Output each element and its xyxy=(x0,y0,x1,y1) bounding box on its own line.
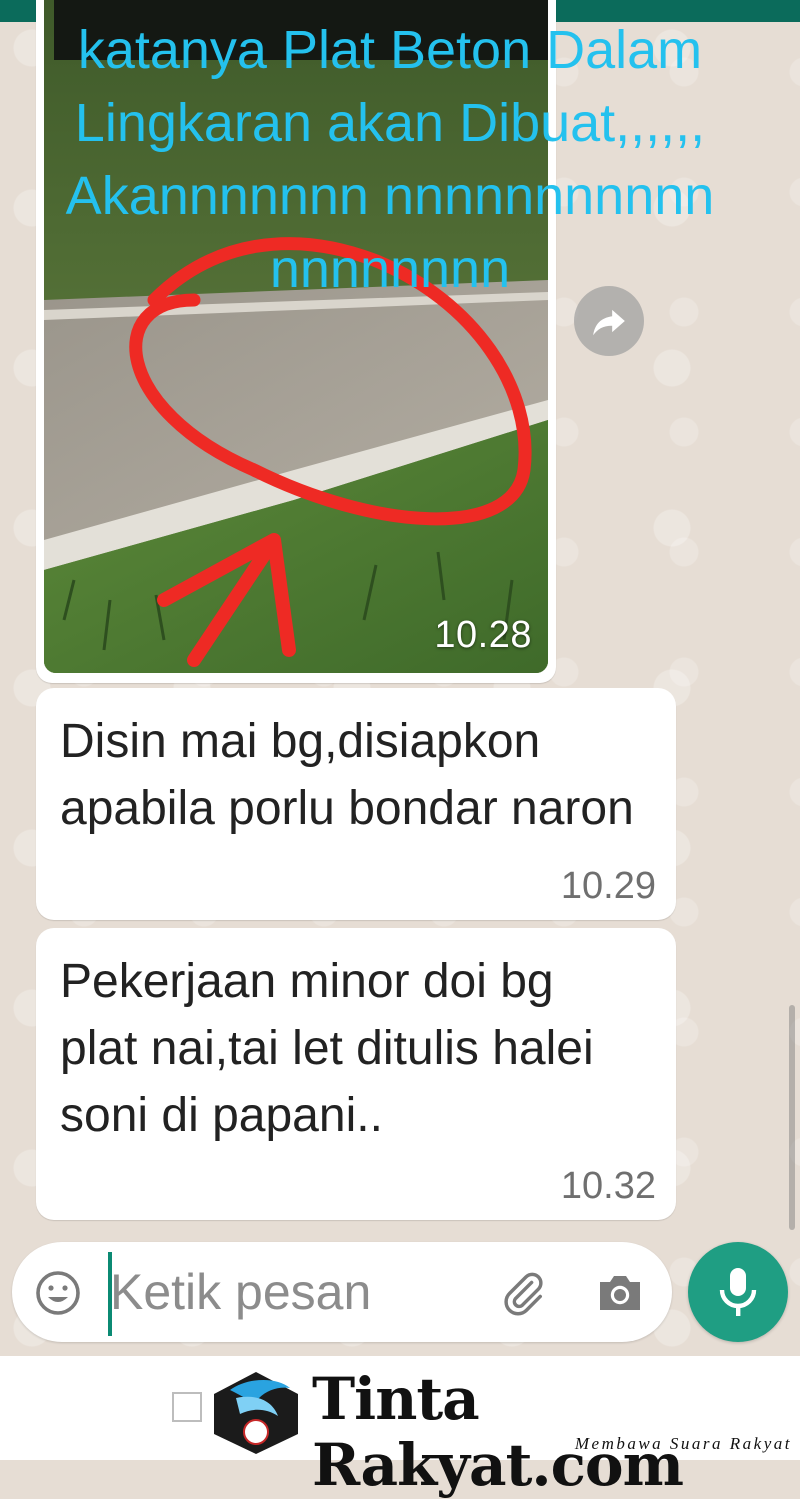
emoji-icon[interactable] xyxy=(34,1269,82,1317)
share-arrow-icon xyxy=(593,309,625,336)
paperclip-icon[interactable] xyxy=(498,1270,548,1316)
camera-icon[interactable] xyxy=(596,1272,644,1314)
message-text: Pekerjaan minor doi bg plat nai,tai let … xyxy=(60,955,594,1142)
brand-name: Tinta Rakyat.com xyxy=(312,1365,684,1499)
tinta-rakyat-logo xyxy=(214,1372,298,1454)
microphone-icon xyxy=(719,1268,757,1316)
message-text: Disin mai bg,disiapkon apabila porlu bon… xyxy=(60,715,634,835)
message-time: 10.29 xyxy=(560,865,656,907)
message-input[interactable] xyxy=(110,1261,470,1323)
voice-record-button[interactable] xyxy=(688,1242,788,1342)
checkbox[interactable] xyxy=(172,1392,202,1422)
image-message-time: 10.28 xyxy=(434,614,532,656)
message-bubble[interactable]: Disin mai bg,disiapkon apabila porlu bon… xyxy=(36,688,676,920)
message-bubble[interactable]: Pekerjaan minor doi bg plat nai,tai let … xyxy=(36,928,676,1220)
message-composer xyxy=(12,1242,672,1342)
brand-tagline: Membawa Suara Rakyat xyxy=(574,1434,792,1453)
message-time: 10.32 xyxy=(560,1165,656,1207)
forward-button[interactable] xyxy=(574,286,644,356)
chat-scrollbar[interactable] xyxy=(789,1005,795,1230)
watermark-footer: Tinta Rakyat.com Membawa Suara Rakyat xyxy=(0,1356,800,1498)
image-caption: katanya Plat Beton Dalam Lingkaran akan … xyxy=(65,20,715,299)
